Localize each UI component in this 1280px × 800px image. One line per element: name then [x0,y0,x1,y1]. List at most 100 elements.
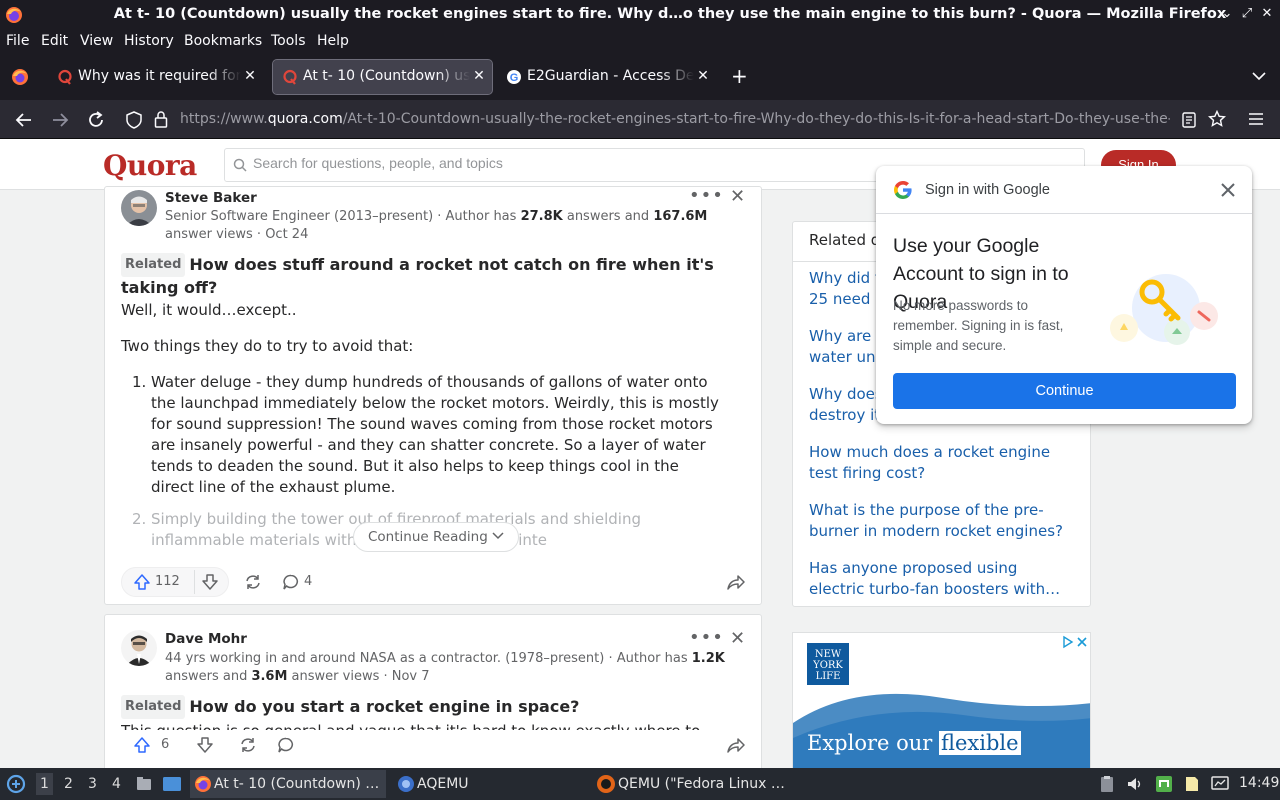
tab-label: At t- 10 (Countdown) usually [303,68,470,84]
start-menu-icon[interactable] [6,774,26,794]
author-name[interactable]: Dave Mohr [165,631,247,647]
qemu-icon [596,774,616,794]
more-options-dots-icon[interactable]: ••• [689,627,724,648]
forward-arrow-icon[interactable] [49,109,71,131]
workspace-2[interactable]: 2 [64,776,73,792]
related-question-title[interactable]: Related How does stuff around a rocket no… [121,253,741,299]
clipboard-tray-icon[interactable] [1098,775,1116,793]
menu-bookmarks[interactable]: Bookmarks [184,33,262,49]
monitor-tray-icon[interactable] [1211,775,1229,793]
related-question-link[interactable]: What is the purpose of the pre-burner in… [809,500,1077,542]
continue-reading-button[interactable]: Continue Reading [353,522,520,552]
avatar[interactable] [121,630,157,666]
continue-button[interactable]: Continue [893,373,1236,409]
close-icon[interactable] [1218,180,1238,200]
window-close-icon[interactable]: ✕ [1260,7,1274,21]
comment-count[interactable]: 4 [304,574,312,589]
task-aqemu[interactable]: AQEMU [393,770,583,798]
quora-icon [57,69,73,85]
window-restore-icon[interactable]: ⤢ [1240,7,1254,21]
reader-view-icon[interactable] [1181,111,1197,129]
aqemu-icon [397,775,415,793]
network-manager-icon[interactable] [1155,775,1173,793]
svg-text:G: G [510,72,519,84]
menu-edit[interactable]: Edit [41,33,68,49]
cred-date: answer views · Oct 24 [165,227,309,242]
new-tab-plus-icon[interactable]: + [731,66,749,86]
back-arrow-icon[interactable] [13,109,35,131]
padlock-icon[interactable] [154,110,168,128]
reload-icon[interactable] [85,109,107,131]
more-options-dots-icon[interactable]: ••• [689,187,724,206]
hamburger-menu-icon[interactable] [1247,111,1265,127]
list-all-tabs-chevron-icon[interactable] [1251,68,1267,84]
notes-tray-icon[interactable] [1183,775,1201,793]
workspace-3[interactable]: 3 [88,776,97,792]
comment-bubble-icon[interactable] [282,573,300,591]
menu-tools[interactable]: Tools [271,33,306,49]
tab-why-was-it-required[interactable]: Why was it required for the ✕ [48,60,263,94]
address-bar[interactable]: https://www.quora.com/At-t-10-Countdown-… [120,104,1232,135]
cred-answers: 27.8K [520,209,563,224]
answer-action-bar: 6 [105,730,761,768]
menu-help[interactable]: Help [317,33,349,49]
advertisement[interactable]: NEW YORK LIFE Explore our flexible [792,632,1091,768]
downvote-arrow-icon[interactable] [196,736,214,754]
tab-close-icon[interactable]: ✕ [696,68,710,84]
tab-at-t-10-countdown[interactable]: At t- 10 (Countdown) usually ✕ [272,59,493,95]
tab-e2guardian[interactable]: G E2Guardian - Access Denied ✕ [497,60,716,94]
cred-text: answers and [562,209,654,224]
menu-file[interactable]: File [6,33,29,49]
upvote-count[interactable]: 6 [161,737,169,752]
comment-bubble-icon[interactable] [277,736,295,754]
share-arrow-icon[interactable] [727,736,745,754]
tab-label: Why was it required for the [78,68,241,84]
menu-history[interactable]: History [124,33,174,49]
dismiss-close-icon[interactable]: ✕ [730,628,745,649]
list-text: Water deluge - they dump hundreds of tho… [151,373,719,496]
ad-headline: Explore our flexible [807,731,1021,755]
answer-paragraph: Two things they do to try to avoid that: [121,337,414,355]
tab-close-icon[interactable]: ✕ [472,68,486,84]
upvote-count[interactable]: 112 [155,574,180,589]
related-question-link[interactable]: Has anyone proposed using electric turbo… [809,558,1077,600]
share-reshare-icon[interactable] [239,736,257,754]
share-arrow-icon[interactable] [727,573,745,591]
file-manager-icon[interactable] [135,775,153,793]
url-text[interactable]: https://www.quora.com/At-t-10-Countdown-… [180,111,1170,127]
author-credential: 44 yrs working in and around NASA as a c… [165,650,745,686]
tab-close-icon[interactable]: ✕ [243,68,257,84]
task-label: At t- 10 (Countdown) … [214,776,380,792]
workspace-4[interactable]: 4 [112,776,121,792]
related-question-title[interactable]: Related How do you start a rocket engine … [121,695,741,719]
clock[interactable]: 14:49 [1239,775,1279,791]
quora-logo[interactable]: Quora [103,149,197,182]
window-minimize-icon[interactable]: ⌄ [1220,7,1234,21]
share-reshare-icon[interactable] [244,573,262,591]
bookmark-star-icon[interactable] [1208,110,1226,128]
adchoices-icon[interactable] [1061,635,1089,649]
volume-speaker-icon[interactable] [1126,775,1144,793]
google-signin-popup: Sign in with Google Use your Google Acco… [876,166,1252,424]
task-qemu[interactable]: QEMU ("Fedora Linux … [594,770,794,798]
question-text: How does stuff around a rocket not catch… [121,255,714,297]
menubar: File Edit View History Bookmarks Tools H… [0,29,1280,54]
workspace-1[interactable]: 1 [36,773,53,795]
vote-divider [194,570,195,594]
desktop-show-icon[interactable] [162,775,182,793]
avatar[interactable] [121,190,157,226]
dismiss-close-icon[interactable]: ✕ [730,187,745,207]
list-number: 2. [132,510,147,528]
task-firefox[interactable]: At t- 10 (Countdown) … [190,770,386,798]
task-label: AQEMU [417,776,469,792]
tracking-protection-shield-icon[interactable] [126,111,142,129]
author-name[interactable]: Steve Baker [165,190,257,206]
upvote-arrow-icon[interactable] [133,736,151,754]
upvote-arrow-icon[interactable] [133,573,151,591]
answer-card: Dave Mohr 44 yrs working in and around N… [104,614,762,768]
cred-views: 167.6M [653,209,708,224]
firefox-view-icon[interactable] [10,67,30,87]
menu-view[interactable]: View [80,33,113,49]
related-question-link[interactable]: How much does a rocket engine test firin… [809,442,1077,484]
downvote-arrow-icon[interactable] [201,573,219,591]
